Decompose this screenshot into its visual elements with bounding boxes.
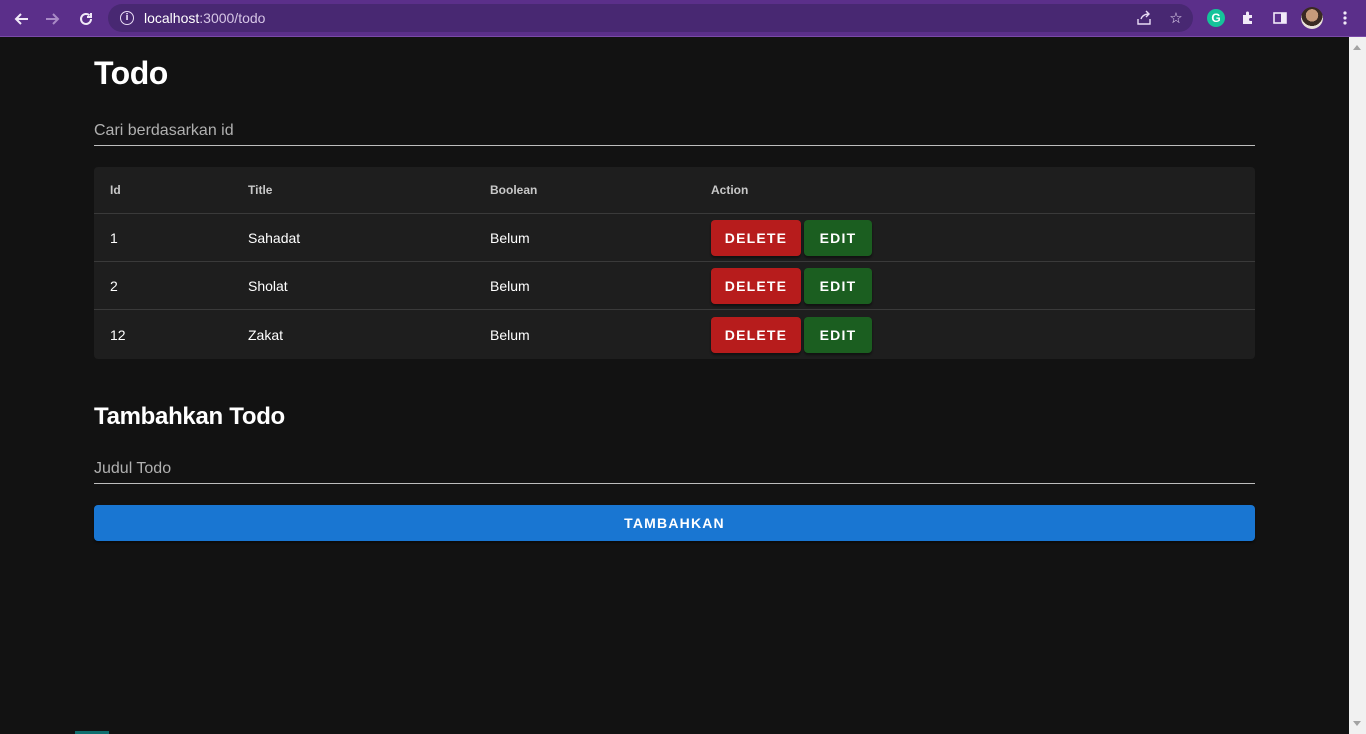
- header-boolean: Boolean: [490, 183, 538, 197]
- forward-button[interactable]: [40, 6, 66, 32]
- scroll-down-icon[interactable]: [1353, 721, 1361, 726]
- row-id: 2: [110, 277, 118, 294]
- puzzle-icon[interactable]: [1238, 8, 1258, 28]
- row-id: 1: [110, 229, 118, 246]
- row-id: 12: [110, 327, 126, 343]
- row-title: Zakat: [248, 327, 284, 343]
- edit-button[interactable]: EDIT: [804, 267, 872, 304]
- row-actions: DELETE EDIT: [711, 311, 872, 359]
- edit-button[interactable]: EDIT: [804, 317, 872, 353]
- url-text[interactable]: localhost:3000/todo: [144, 10, 265, 26]
- row-boolean: Belum: [490, 277, 530, 294]
- row-actions: DELETE EDIT: [711, 262, 872, 309]
- delete-button[interactable]: DELETE: [711, 317, 801, 353]
- delete-button[interactable]: DELETE: [711, 219, 801, 256]
- delete-button[interactable]: DELETE: [711, 267, 801, 304]
- row-boolean: Belum: [490, 229, 530, 246]
- todo-title-input[interactable]: [94, 455, 1255, 483]
- scroll-up-icon[interactable]: [1353, 45, 1361, 50]
- row-boolean: Belum: [490, 327, 530, 343]
- star-icon[interactable]: ☆: [1166, 8, 1186, 28]
- arrow-right-icon: [46, 13, 60, 25]
- add-todo-button[interactable]: TAMBAHKAN: [94, 505, 1255, 541]
- reload-button[interactable]: [73, 6, 99, 32]
- header-id: Id: [110, 183, 121, 197]
- arrow-left-icon: [14, 13, 28, 25]
- url-host: localhost: [144, 10, 200, 26]
- table-row: 1 Sahadat Belum DELETE EDIT: [94, 214, 1255, 262]
- header-action: Action: [711, 183, 749, 197]
- profile-avatar[interactable]: [1301, 7, 1323, 29]
- back-button[interactable]: [8, 6, 34, 32]
- row-title: Sahadat: [248, 229, 301, 246]
- search-field[interactable]: [94, 117, 1255, 146]
- table-row: 2 Sholat Belum DELETE EDIT: [94, 262, 1255, 310]
- url-path: :3000/todo: [199, 10, 266, 26]
- grammarly-icon[interactable]: G: [1207, 9, 1225, 27]
- edit-button[interactable]: EDIT: [804, 219, 872, 256]
- todo-title-field[interactable]: [94, 455, 1255, 484]
- kebab-menu-icon[interactable]: [1335, 8, 1355, 28]
- table-row: 12 Zakat Belum DELETE EDIT: [94, 311, 1255, 359]
- table-header-row: Id Title Boolean Action: [94, 167, 1255, 214]
- side-panel-icon[interactable]: [1270, 8, 1290, 28]
- share-icon[interactable]: [1134, 8, 1154, 28]
- info-icon[interactable]: i: [120, 11, 134, 25]
- reload-icon: [80, 12, 92, 25]
- add-todo-title: Tambahkan Todo: [94, 403, 285, 430]
- browser-toolbar: i localhost:3000/todo ☆ G: [0, 0, 1366, 37]
- row-title: Sholat: [248, 277, 288, 294]
- row-actions: DELETE EDIT: [711, 214, 872, 261]
- search-input[interactable]: [94, 117, 1255, 145]
- todo-table: Id Title Boolean Action 1 Sahadat Belum …: [94, 167, 1255, 359]
- page-title: Todo: [94, 55, 168, 91]
- header-title: Title: [248, 183, 273, 197]
- page-scrollbar[interactable]: [1349, 37, 1366, 734]
- address-bar[interactable]: i localhost:3000/todo ☆: [108, 4, 1193, 32]
